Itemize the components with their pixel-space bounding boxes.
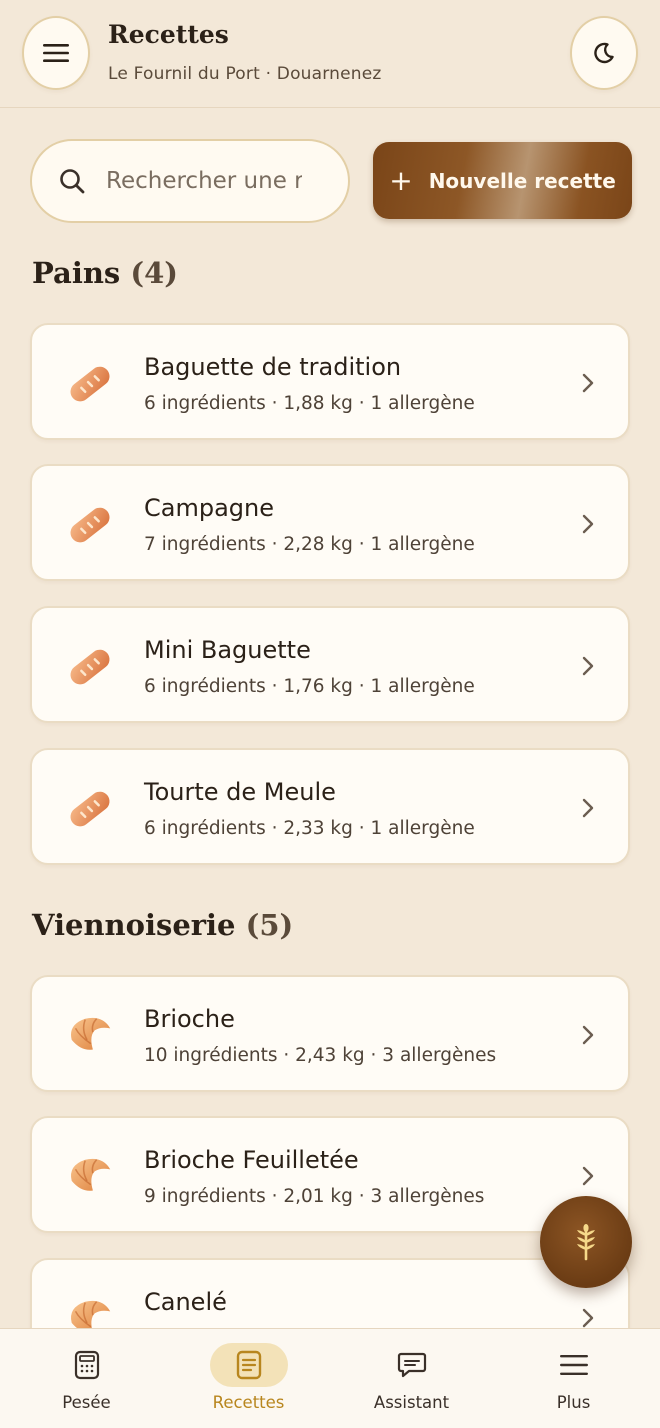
recipe-name: Mini Baguette bbox=[144, 636, 311, 664]
moon-icon bbox=[594, 42, 614, 64]
chevron-right-icon bbox=[582, 656, 594, 676]
recipe-meta: 6 ingrédients · 1,88 kg · 1 allergène bbox=[144, 393, 475, 414]
tab-label: Plus bbox=[556, 1393, 591, 1412]
section-count: (5) bbox=[245, 908, 294, 942]
new-recipe-label: Nouvelle recette bbox=[428, 168, 616, 193]
tab-label: Pesée bbox=[62, 1393, 111, 1412]
recipe-name: Brioche bbox=[144, 1005, 235, 1033]
recipe-name: Brioche Feuilletée bbox=[144, 1146, 359, 1174]
app-header: Recettes Le Fournil du Port · Douarnenez bbox=[0, 0, 660, 108]
bottom-tab-bar: Pesée Recettes Assistant Plus bbox=[0, 1328, 660, 1428]
chevron-right-icon bbox=[582, 1166, 594, 1186]
tab-pesee[interactable]: Pesée bbox=[4, 1329, 169, 1428]
search-icon bbox=[60, 169, 85, 194]
tab-assistant[interactable]: Assistant bbox=[329, 1329, 494, 1428]
chevron-right-icon bbox=[582, 798, 594, 818]
recipe-name: Canelé bbox=[144, 1288, 227, 1316]
recipe-card[interactable]: Mini Baguette 6 ingrédients · 1,76 kg · … bbox=[30, 606, 630, 723]
tab-label: Recettes bbox=[212, 1393, 285, 1412]
recipe-card[interactable]: Brioche Feuilletée 9 ingrédients · 2,01 … bbox=[30, 1116, 630, 1233]
wheat-icon bbox=[577, 1224, 595, 1261]
chevron-right-icon bbox=[582, 1025, 594, 1045]
section-name: Pains bbox=[32, 256, 121, 290]
recipe-card[interactable]: Baguette de tradition 6 ingrédients · 1,… bbox=[30, 323, 630, 440]
section-name: Viennoiserie bbox=[32, 908, 236, 942]
tab-label: Assistant bbox=[373, 1393, 450, 1412]
tab-icon-wrap bbox=[209, 1343, 288, 1387]
bread-icon bbox=[70, 649, 110, 685]
wheat-fab-button[interactable] bbox=[540, 1196, 632, 1288]
recipe-name: Baguette de tradition bbox=[144, 353, 402, 381]
recipe-card[interactable]: Campagne 7 ingrédients · 2,28 kg · 1 all… bbox=[30, 464, 630, 581]
section-title-pains: Pains (4) bbox=[32, 256, 178, 290]
chevron-right-icon bbox=[582, 514, 594, 534]
bread-icon bbox=[70, 366, 110, 402]
recipe-meta: 9 ingrédients · 2,01 kg · 3 allergènes bbox=[144, 1186, 485, 1207]
recipe-name: Tourte de Meule bbox=[144, 778, 336, 806]
bread-icon bbox=[70, 791, 110, 827]
recipe-name: Campagne bbox=[144, 494, 274, 522]
chevron-right-icon bbox=[582, 373, 594, 393]
dark-mode-toggle[interactable] bbox=[570, 16, 638, 90]
tab-icon-wrap bbox=[373, 1343, 451, 1387]
recipe-card[interactable]: Tourte de Meule 6 ingrédients · 2,33 kg … bbox=[30, 748, 630, 865]
hamburger-icon bbox=[43, 44, 69, 62]
tab-recettes[interactable]: Recettes bbox=[166, 1329, 331, 1428]
section-count: (4) bbox=[130, 256, 178, 290]
tab-icon-wrap bbox=[48, 1343, 126, 1387]
page-subtitle: Le Fournil du Port · Douarnenez bbox=[108, 64, 382, 84]
chevron-right-icon bbox=[582, 1308, 594, 1328]
bread-icon bbox=[70, 507, 110, 543]
tab-plus[interactable]: Plus bbox=[491, 1329, 656, 1428]
section-title-viennoiserie: Viennoiserie (5) bbox=[32, 908, 293, 942]
calculator-icon bbox=[74, 1350, 99, 1380]
tab-icon-wrap bbox=[535, 1343, 613, 1387]
croissant-icon bbox=[71, 1158, 111, 1191]
menu-button[interactable] bbox=[22, 16, 90, 90]
page-title: Recettes bbox=[108, 20, 229, 49]
recipe-card[interactable]: Brioche 10 ingrédients · 2,43 kg · 3 all… bbox=[30, 975, 630, 1092]
chat-icon bbox=[397, 1352, 426, 1378]
recipe-meta: 10 ingrédients · 2,43 kg · 3 allergènes bbox=[144, 1045, 497, 1066]
croissant-icon bbox=[71, 1017, 111, 1050]
search-input[interactable] bbox=[106, 168, 302, 194]
plus-icon: + bbox=[389, 163, 413, 197]
search-box[interactable] bbox=[30, 139, 350, 223]
new-recipe-button[interactable]: + Nouvelle recette bbox=[373, 142, 632, 219]
recipe-meta: 6 ingrédients · 1,76 kg · 1 allergène bbox=[144, 676, 475, 697]
recipe-meta: 6 ingrédients · 2,33 kg · 1 allergène bbox=[144, 818, 475, 839]
document-icon bbox=[236, 1350, 261, 1380]
menu-icon bbox=[559, 1355, 588, 1375]
recipe-meta: 7 ingrédients · 2,28 kg · 1 allergène bbox=[144, 534, 475, 555]
